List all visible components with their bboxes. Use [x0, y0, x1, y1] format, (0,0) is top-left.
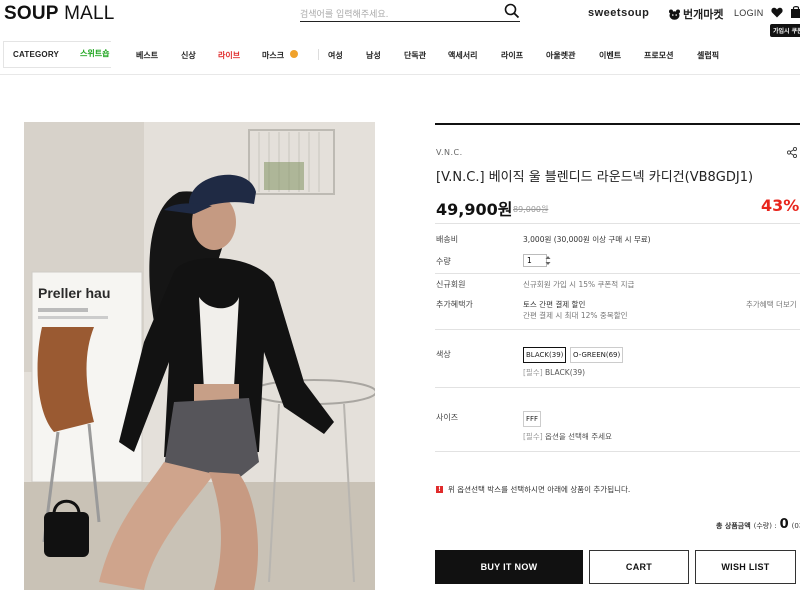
sweetsoup-link[interactable]: sweetsoup: [588, 7, 649, 19]
size-required-value: 옵션을 선택해 주세요: [542, 432, 612, 441]
poster-text: Preller hau: [38, 285, 110, 301]
total-amount: 0: [779, 517, 789, 532]
brand-name[interactable]: V.N.C.: [436, 148, 463, 157]
option-notice-text: 위 옵션선택 박스를 선택하시면 아래에 상품이 추가됩니다.: [448, 485, 631, 494]
color-label: 색상: [436, 350, 451, 359]
shipping-label: 배송비: [436, 235, 459, 244]
color-selected-value: BLACK(39): [542, 368, 586, 377]
option-notice: ! 위 옵션선택 박스를 선택하시면 아래에 상품이 추가됩니다.: [436, 484, 630, 495]
nav-item-mask[interactable]: 마스크: [262, 50, 284, 61]
search-box: [300, 2, 520, 22]
nav-item-outlet[interactable]: 아울렛관: [546, 50, 575, 61]
bungae-label: 번개마켓: [683, 8, 724, 21]
info-top-border: [435, 123, 800, 125]
share-icon[interactable]: [787, 147, 797, 158]
nav-item-accessory[interactable]: 액세서리: [448, 50, 477, 61]
nav-item-sweetshop[interactable]: 스위트숍: [80, 48, 109, 59]
shipping-value: 3,000원 (30,000원 이상 구매 시 무료): [523, 235, 651, 244]
extra-benefit-value-1: 토스 간편 결제 할인: [523, 300, 586, 309]
color-option-black[interactable]: BLACK(39): [523, 347, 567, 363]
discount-rate: 43%: [761, 196, 800, 215]
buy-now-button[interactable]: BUY IT NOW: [435, 550, 583, 584]
login-link[interactable]: LOGIN: [734, 8, 764, 18]
divider: [435, 387, 800, 388]
divider: [435, 329, 800, 330]
size-label: 사이즈: [436, 413, 459, 422]
product-title: [V.N.C.] 베이직 울 블렌디드 라운드넥 카디건(VB8GDJ1): [436, 170, 754, 185]
search-input[interactable]: [300, 6, 490, 20]
heart-icon[interactable]: [771, 7, 783, 18]
sale-price: 49,900원: [436, 200, 513, 219]
nav-item-event[interactable]: 이벤트: [599, 50, 621, 61]
new-member-value: 신규회원 가입 시 15% 쿠폰적 지급: [523, 280, 635, 289]
nav-item-life[interactable]: 라이프: [501, 50, 523, 61]
site-logo[interactable]: SOUP MALL: [4, 3, 115, 25]
logo-rest: MALL: [58, 3, 115, 24]
size-option-fff[interactable]: FFF: [523, 411, 542, 427]
quantity-stepper-icon[interactable]: [545, 255, 551, 266]
nav-item-exclusive[interactable]: 단독관: [404, 50, 426, 61]
extra-benefit-value-2: 간편 결제 시 최대 12% 중복할인: [523, 311, 628, 320]
nav-item-new[interactable]: 신상: [181, 50, 196, 61]
new-member-label: 신규회원: [436, 280, 466, 289]
main-nav: CATEGORY 스위트숍 베스트 신상 라이브 마스크 여성 남성 단독관 액…: [0, 38, 800, 72]
divider: [435, 273, 800, 274]
search-icon[interactable]: [504, 3, 520, 19]
wish-list-button[interactable]: WISH LIST: [695, 550, 796, 584]
quantity-input[interactable]: [523, 254, 547, 267]
divider: [435, 223, 800, 224]
total-qty-label: (수량) :: [753, 522, 777, 530]
mask-emoji-icon: [290, 50, 298, 58]
bear-icon: [669, 9, 680, 20]
nav-item-men[interactable]: 남성: [366, 50, 381, 61]
logo-bold: SOUP: [4, 3, 59, 24]
divider: [435, 451, 800, 452]
required-tag: [필수]: [523, 368, 543, 377]
nav-item-celeb-pick[interactable]: 셀럽픽: [697, 50, 719, 61]
nav-item-promotion[interactable]: 프로모션: [644, 50, 673, 61]
size-required-note: [필수] 옵션을 선택해 주세요: [523, 431, 612, 442]
total-price-row: 총 상품금액 (수량) : 0 (0개): [716, 517, 800, 532]
total-count: (0개): [791, 522, 800, 530]
header-divider: [0, 74, 800, 75]
alert-icon: !: [436, 486, 443, 493]
quantity-label: 수량: [436, 257, 451, 266]
nav-item-women[interactable]: 여성: [328, 50, 343, 61]
color-option-o-green[interactable]: O-GREEN(69): [570, 347, 624, 363]
required-tag: [필수]: [523, 432, 543, 441]
total-label: 총 상품금액: [716, 522, 751, 530]
signup-coupon-badge: 가입시 쿠폰: [770, 24, 800, 37]
extra-benefit-more-link[interactable]: 추가혜택 더보기: [746, 299, 797, 310]
shopping-bag-icon[interactable]: [790, 5, 800, 19]
extra-benefit-label: 추가혜택가: [436, 300, 473, 309]
nav-divider: [318, 49, 319, 60]
original-price: 89,000원: [513, 205, 549, 214]
nav-item-live[interactable]: 라이브: [218, 50, 240, 61]
product-photo-illustration: Preller hau: [24, 122, 375, 590]
color-required-note: [필수] BLACK(39): [523, 367, 585, 378]
cart-button[interactable]: CART: [589, 550, 689, 584]
bungae-market-link[interactable]: 번개마켓: [668, 6, 723, 22]
product-image[interactable]: Preller hau: [24, 122, 375, 590]
nav-item-best[interactable]: 베스트: [136, 50, 158, 61]
